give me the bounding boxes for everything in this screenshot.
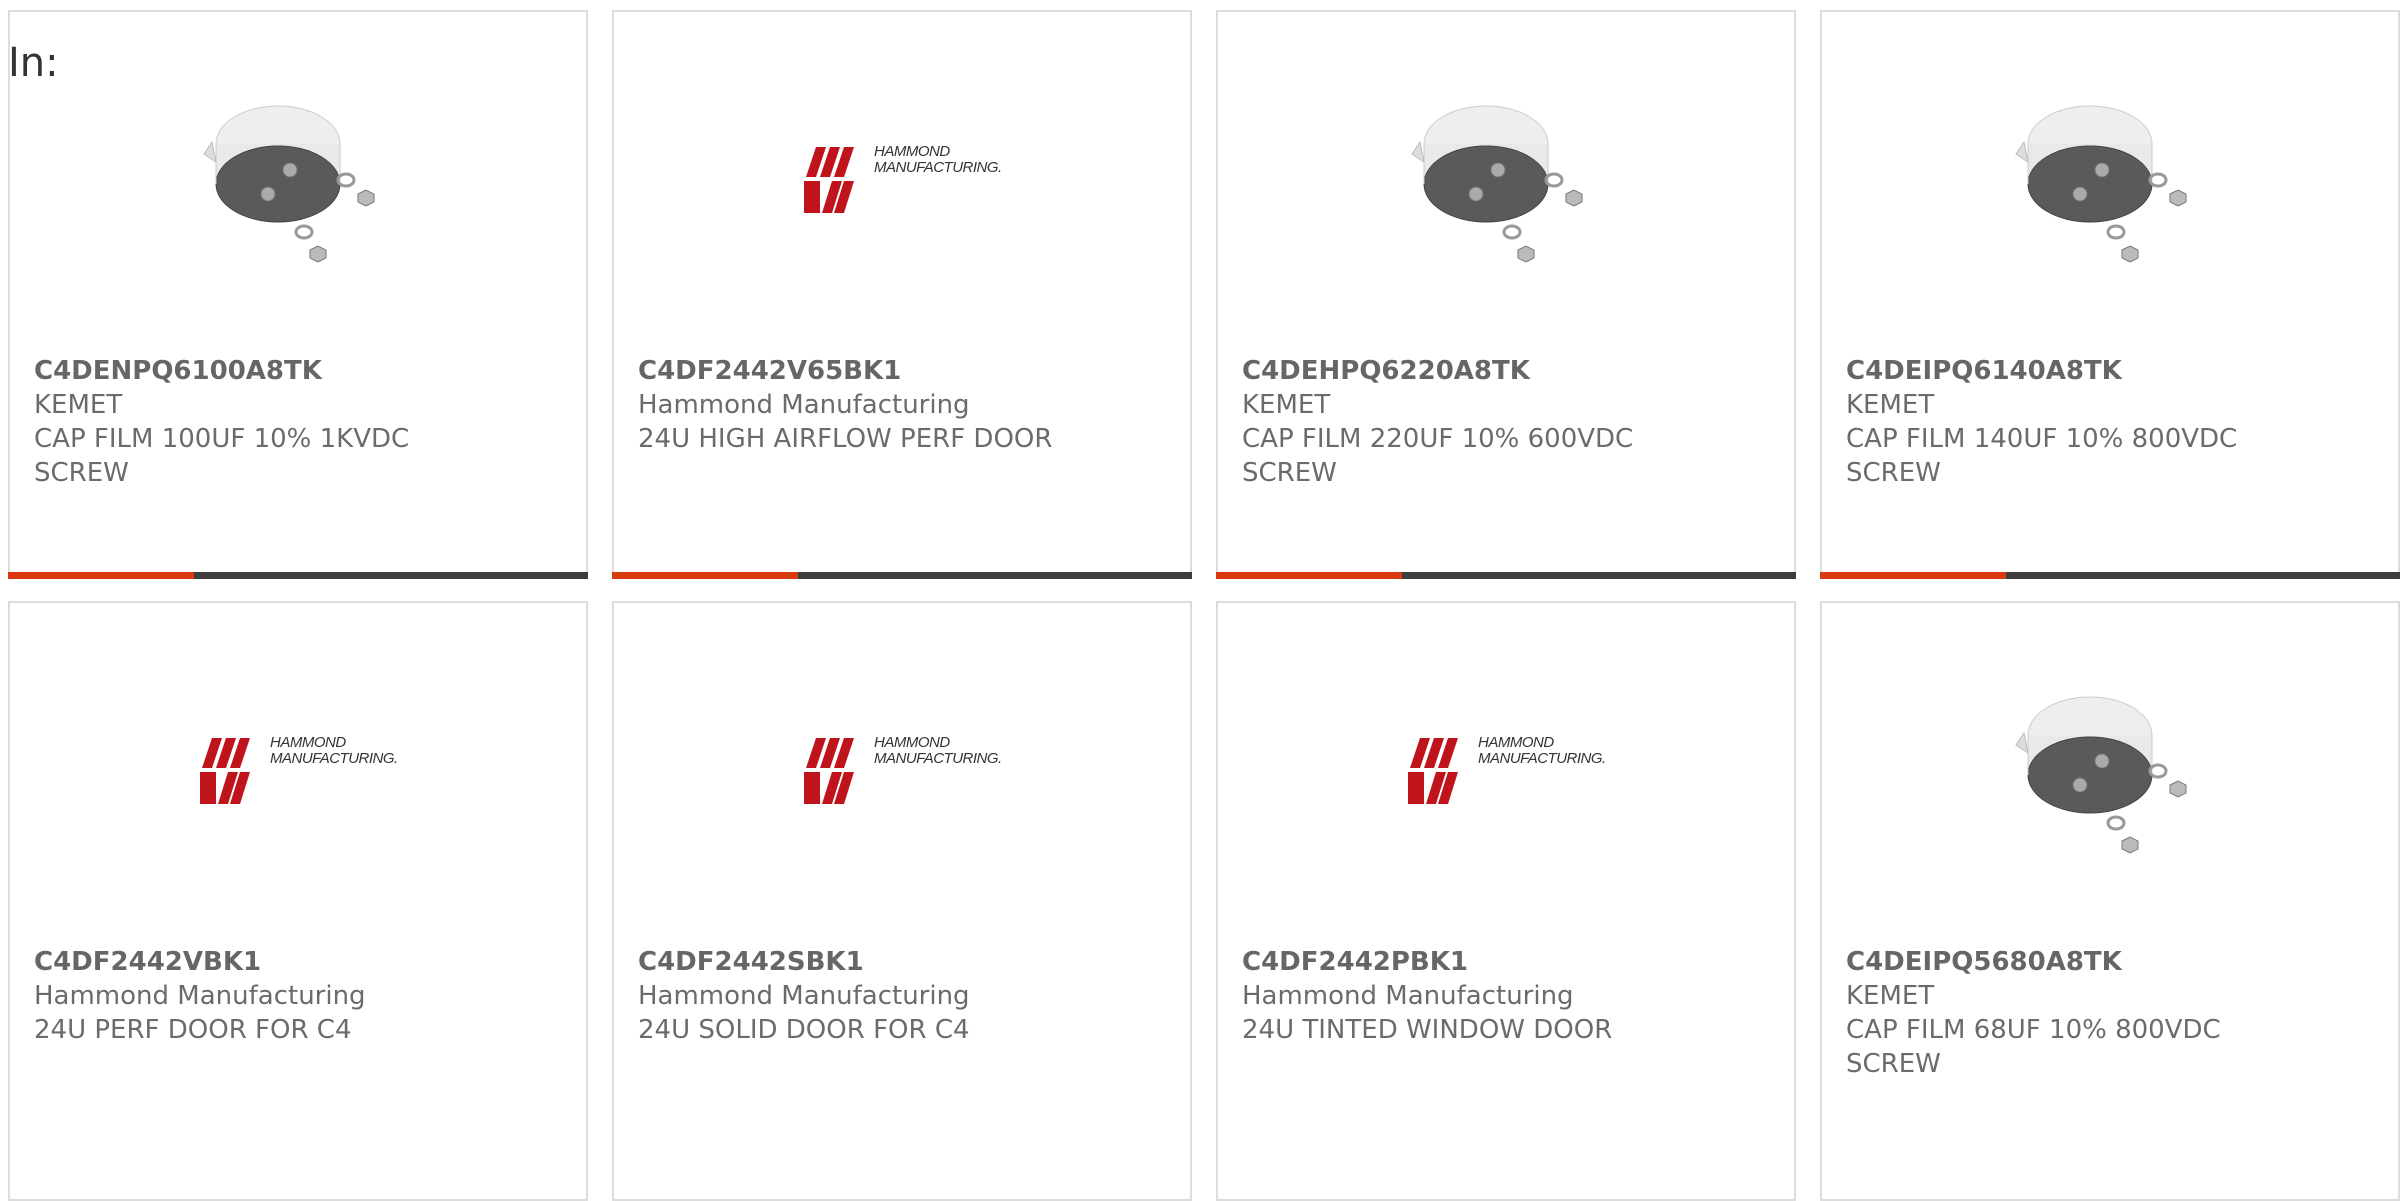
description-line-2: SCREW xyxy=(1242,458,1337,488)
progress-bar xyxy=(1216,572,1796,579)
progress-bar xyxy=(612,572,1192,579)
description: 24U HIGH AIRFLOW PERF DOOR xyxy=(638,424,1053,454)
product-info: C4DEIPQ5680A8TK KEMET CAP FILM 68UF 10% … xyxy=(1846,945,2374,1081)
hammond-logo-image[interactable]: HAMMOND MANUFACTURING. xyxy=(1406,673,1606,873)
description: 24U SOLID DOOR FOR C4 xyxy=(638,1015,970,1045)
description: 24U PERF DOOR FOR C4 xyxy=(34,1015,352,1045)
product-card[interactable]: C4DENPQ6100A8TK KEMET CAP FILM 100UF 10%… xyxy=(8,10,588,579)
capacitor-image[interactable] xyxy=(2010,673,2210,873)
description: CAP FILM 220UF 10% 600VDC xyxy=(1242,424,1634,454)
product-card[interactable]: HAMMOND MANUFACTURING. C4DF2442SBK1 Hamm… xyxy=(612,601,1192,1201)
in-filter-label: In: xyxy=(8,40,59,86)
manufacturer: KEMET xyxy=(1846,390,1935,420)
manufacturer: Hammond Manufacturing xyxy=(638,390,970,420)
hammond-logo-image[interactable]: HAMMOND MANUFACTURING. xyxy=(198,673,398,873)
logo-line-2: MANUFACTURING. xyxy=(1478,750,1606,767)
part-number-link[interactable]: C4DEIPQ6140A8TK xyxy=(1846,354,2374,388)
logo-line-1: HAMMOND xyxy=(874,734,950,751)
manufacturer: KEMET xyxy=(34,390,123,420)
product-card[interactable]: HAMMOND MANUFACTURING. C4DF2442VBK1 Hamm… xyxy=(8,601,588,1201)
part-number-link[interactable]: C4DF2442VBK1 xyxy=(34,945,562,979)
product-info: C4DF2442V65BK1 Hammond Manufacturing 24U… xyxy=(638,354,1166,456)
manufacturer: Hammond Manufacturing xyxy=(34,981,366,1011)
capacitor-svg xyxy=(1411,105,1583,263)
part-number-link[interactable]: C4DEIPQ5680A8TK xyxy=(1846,945,2374,979)
manufacturer: KEMET xyxy=(1846,981,1935,1011)
progress-bar-fill xyxy=(612,572,798,579)
product-grid: C4DENPQ6100A8TK KEMET CAP FILM 100UF 10%… xyxy=(8,10,2400,1201)
part-number-link[interactable]: C4DF2442V65BK1 xyxy=(638,354,1166,388)
logo-line-1: HAMMOND xyxy=(1478,734,1554,751)
product-info: C4DEIPQ6140A8TK KEMET CAP FILM 140UF 10%… xyxy=(1846,354,2374,490)
product-card[interactable]: C4DEIPQ5680A8TK KEMET CAP FILM 68UF 10% … xyxy=(1820,601,2400,1201)
product-info: C4DF2442VBK1 Hammond Manufacturing 24U P… xyxy=(34,945,562,1047)
product-info: C4DF2442SBK1 Hammond Manufacturing 24U S… xyxy=(638,945,1166,1047)
manufacturer: KEMET xyxy=(1242,390,1331,420)
description: CAP FILM 100UF 10% 1KVDC xyxy=(34,424,410,454)
progress-bar xyxy=(1820,572,2400,579)
product-card[interactable]: HAMMOND MANUFACTURING. C4DF2442V65BK1 Ha… xyxy=(612,10,1192,579)
hammond-logo-image[interactable]: HAMMOND MANUFACTURING. xyxy=(802,82,1002,282)
manufacturer: Hammond Manufacturing xyxy=(638,981,970,1011)
logo-line-2: MANUFACTURING. xyxy=(874,159,1002,176)
capacitor-svg xyxy=(2015,696,2187,854)
capacitor-svg xyxy=(2015,105,2187,263)
logo-line-2: MANUFACTURING. xyxy=(874,750,1002,767)
capacitor-image[interactable] xyxy=(198,82,398,282)
description: CAP FILM 140UF 10% 800VDC xyxy=(1846,424,2238,454)
part-number-link[interactable]: C4DF2442SBK1 xyxy=(638,945,1166,979)
description-line-2: SCREW xyxy=(1846,1049,1941,1079)
progress-bar-fill xyxy=(8,572,194,579)
product-info: C4DEHPQ6220A8TK KEMET CAP FILM 220UF 10%… xyxy=(1242,354,1770,490)
product-card[interactable]: C4DEHPQ6220A8TK KEMET CAP FILM 220UF 10%… xyxy=(1216,10,1796,579)
capacitor-image[interactable] xyxy=(2010,82,2210,282)
description: 24U TINTED WINDOW DOOR xyxy=(1242,1015,1613,1045)
capacitor-image[interactable] xyxy=(1406,82,1606,282)
product-info: C4DENPQ6100A8TK KEMET CAP FILM 100UF 10%… xyxy=(34,354,562,490)
capacitor-svg xyxy=(203,105,375,263)
logo-line-1: HAMMOND xyxy=(874,143,950,160)
logo-line-2: MANUFACTURING. xyxy=(270,750,398,767)
progress-bar xyxy=(8,572,588,579)
description-line-2: SCREW xyxy=(34,458,129,488)
logo-line-1: HAMMOND xyxy=(270,734,346,751)
part-number-link[interactable]: C4DENPQ6100A8TK xyxy=(34,354,562,388)
manufacturer: Hammond Manufacturing xyxy=(1242,981,1574,1011)
description-line-2: SCREW xyxy=(1846,458,1941,488)
part-number-link[interactable]: C4DF2442PBK1 xyxy=(1242,945,1770,979)
description: CAP FILM 68UF 10% 800VDC xyxy=(1846,1015,2221,1045)
progress-bar-fill xyxy=(1216,572,1402,579)
product-card[interactable]: C4DEIPQ6140A8TK KEMET CAP FILM 140UF 10%… xyxy=(1820,10,2400,579)
product-card[interactable]: HAMMOND MANUFACTURING. C4DF2442PBK1 Hamm… xyxy=(1216,601,1796,1201)
part-number-link[interactable]: C4DEHPQ6220A8TK xyxy=(1242,354,1770,388)
hammond-logo-image[interactable]: HAMMOND MANUFACTURING. xyxy=(802,673,1002,873)
product-info: C4DF2442PBK1 Hammond Manufacturing 24U T… xyxy=(1242,945,1770,1047)
progress-bar-fill xyxy=(1820,572,2006,579)
